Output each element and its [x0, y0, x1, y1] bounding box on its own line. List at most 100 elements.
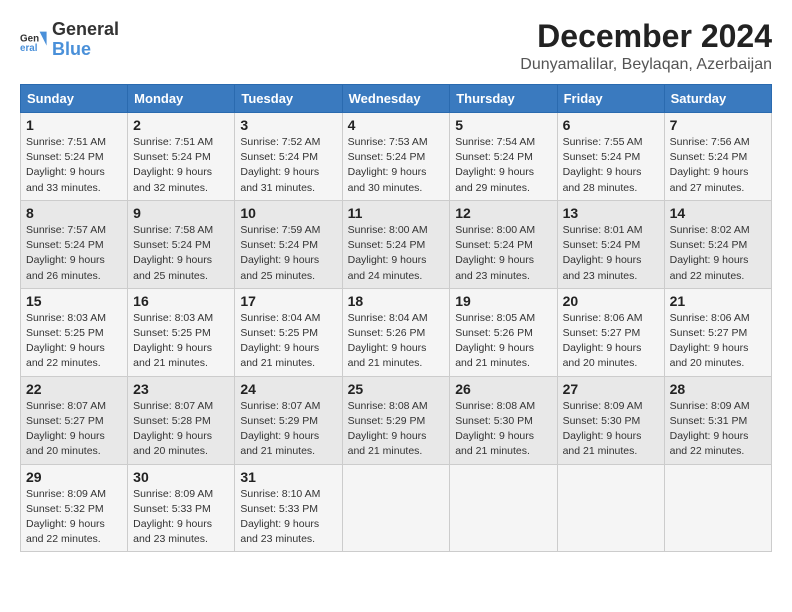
day-number: 23 [133, 381, 229, 397]
day-info: Sunrise: 8:03 AM Sunset: 5:25 PM Dayligh… [26, 311, 122, 372]
calendar-cell: 2 Sunrise: 7:51 AM Sunset: 5:24 PM Dayli… [128, 113, 235, 201]
header-day-monday: Monday [128, 85, 235, 113]
day-info: Sunrise: 8:08 AM Sunset: 5:30 PM Dayligh… [455, 399, 551, 460]
day-number: 19 [455, 293, 551, 309]
calendar-cell: 3 Sunrise: 7:52 AM Sunset: 5:24 PM Dayli… [235, 113, 342, 201]
calendar-cell [342, 464, 450, 552]
header-row: SundayMondayTuesdayWednesdayThursdayFrid… [21, 85, 772, 113]
week-row-1: 1 Sunrise: 7:51 AM Sunset: 5:24 PM Dayli… [21, 113, 772, 201]
day-info: Sunrise: 8:07 AM Sunset: 5:29 PM Dayligh… [240, 399, 336, 460]
page-header: Gen eral GeneralBlue December 2024 Dunya… [20, 20, 772, 74]
day-number: 20 [563, 293, 659, 309]
calendar-cell: 12 Sunrise: 8:00 AM Sunset: 5:24 PM Dayl… [450, 200, 557, 288]
day-number: 4 [348, 117, 445, 133]
calendar-cell: 13 Sunrise: 8:01 AM Sunset: 5:24 PM Dayl… [557, 200, 664, 288]
logo-icon: Gen eral [20, 26, 48, 54]
week-row-3: 15 Sunrise: 8:03 AM Sunset: 5:25 PM Dayl… [21, 288, 772, 376]
calendar-cell [664, 464, 771, 552]
day-info: Sunrise: 7:58 AM Sunset: 5:24 PM Dayligh… [133, 223, 229, 284]
calendar-cell [557, 464, 664, 552]
header-day-sunday: Sunday [21, 85, 128, 113]
day-number: 11 [348, 205, 445, 221]
day-number: 7 [670, 117, 766, 133]
day-number: 2 [133, 117, 229, 133]
day-info: Sunrise: 8:06 AM Sunset: 5:27 PM Dayligh… [563, 311, 659, 372]
calendar-cell: 28 Sunrise: 8:09 AM Sunset: 5:31 PM Dayl… [664, 376, 771, 464]
calendar-header: SundayMondayTuesdayWednesdayThursdayFrid… [21, 85, 772, 113]
calendar-cell: 7 Sunrise: 7:56 AM Sunset: 5:24 PM Dayli… [664, 113, 771, 201]
day-number: 14 [670, 205, 766, 221]
day-info: Sunrise: 8:08 AM Sunset: 5:29 PM Dayligh… [348, 399, 445, 460]
day-number: 17 [240, 293, 336, 309]
day-number: 26 [455, 381, 551, 397]
day-info: Sunrise: 7:57 AM Sunset: 5:24 PM Dayligh… [26, 223, 122, 284]
calendar-cell: 11 Sunrise: 8:00 AM Sunset: 5:24 PM Dayl… [342, 200, 450, 288]
calendar-cell: 29 Sunrise: 8:09 AM Sunset: 5:32 PM Dayl… [21, 464, 128, 552]
day-info: Sunrise: 8:02 AM Sunset: 5:24 PM Dayligh… [670, 223, 766, 284]
calendar-cell: 18 Sunrise: 8:04 AM Sunset: 5:26 PM Dayl… [342, 288, 450, 376]
day-info: Sunrise: 8:00 AM Sunset: 5:24 PM Dayligh… [348, 223, 445, 284]
header-day-saturday: Saturday [664, 85, 771, 113]
calendar-cell: 21 Sunrise: 8:06 AM Sunset: 5:27 PM Dayl… [664, 288, 771, 376]
title-block: December 2024 Dunyamalilar, Beylaqan, Az… [520, 20, 772, 74]
day-info: Sunrise: 7:53 AM Sunset: 5:24 PM Dayligh… [348, 135, 445, 196]
calendar-cell: 19 Sunrise: 8:05 AM Sunset: 5:26 PM Dayl… [450, 288, 557, 376]
day-info: Sunrise: 8:05 AM Sunset: 5:26 PM Dayligh… [455, 311, 551, 372]
day-number: 18 [348, 293, 445, 309]
calendar-cell: 1 Sunrise: 7:51 AM Sunset: 5:24 PM Dayli… [21, 113, 128, 201]
calendar-cell: 26 Sunrise: 8:08 AM Sunset: 5:30 PM Dayl… [450, 376, 557, 464]
day-number: 29 [26, 469, 122, 485]
day-info: Sunrise: 7:51 AM Sunset: 5:24 PM Dayligh… [133, 135, 229, 196]
calendar-cell [450, 464, 557, 552]
calendar-cell: 9 Sunrise: 7:58 AM Sunset: 5:24 PM Dayli… [128, 200, 235, 288]
calendar-cell: 30 Sunrise: 8:09 AM Sunset: 5:33 PM Dayl… [128, 464, 235, 552]
day-info: Sunrise: 8:03 AM Sunset: 5:25 PM Dayligh… [133, 311, 229, 372]
day-info: Sunrise: 7:55 AM Sunset: 5:24 PM Dayligh… [563, 135, 659, 196]
calendar-body: 1 Sunrise: 7:51 AM Sunset: 5:24 PM Dayli… [21, 113, 772, 552]
day-number: 10 [240, 205, 336, 221]
header-day-thursday: Thursday [450, 85, 557, 113]
month-title: December 2024 [520, 20, 772, 52]
calendar-cell: 16 Sunrise: 8:03 AM Sunset: 5:25 PM Dayl… [128, 288, 235, 376]
header-day-friday: Friday [557, 85, 664, 113]
day-number: 27 [563, 381, 659, 397]
calendar-cell: 20 Sunrise: 8:06 AM Sunset: 5:27 PM Dayl… [557, 288, 664, 376]
day-info: Sunrise: 7:52 AM Sunset: 5:24 PM Dayligh… [240, 135, 336, 196]
calendar-cell: 14 Sunrise: 8:02 AM Sunset: 5:24 PM Dayl… [664, 200, 771, 288]
day-info: Sunrise: 8:07 AM Sunset: 5:28 PM Dayligh… [133, 399, 229, 460]
day-number: 5 [455, 117, 551, 133]
calendar-cell: 22 Sunrise: 8:07 AM Sunset: 5:27 PM Dayl… [21, 376, 128, 464]
day-number: 21 [670, 293, 766, 309]
day-info: Sunrise: 8:09 AM Sunset: 5:33 PM Dayligh… [133, 487, 229, 548]
svg-text:eral: eral [20, 43, 38, 54]
day-info: Sunrise: 8:01 AM Sunset: 5:24 PM Dayligh… [563, 223, 659, 284]
week-row-2: 8 Sunrise: 7:57 AM Sunset: 5:24 PM Dayli… [21, 200, 772, 288]
day-info: Sunrise: 8:04 AM Sunset: 5:25 PM Dayligh… [240, 311, 336, 372]
day-info: Sunrise: 8:06 AM Sunset: 5:27 PM Dayligh… [670, 311, 766, 372]
week-row-5: 29 Sunrise: 8:09 AM Sunset: 5:32 PM Dayl… [21, 464, 772, 552]
calendar-cell: 6 Sunrise: 7:55 AM Sunset: 5:24 PM Dayli… [557, 113, 664, 201]
day-number: 12 [455, 205, 551, 221]
day-info: Sunrise: 8:00 AM Sunset: 5:24 PM Dayligh… [455, 223, 551, 284]
calendar-cell: 27 Sunrise: 8:09 AM Sunset: 5:30 PM Dayl… [557, 376, 664, 464]
day-number: 13 [563, 205, 659, 221]
day-info: Sunrise: 7:56 AM Sunset: 5:24 PM Dayligh… [670, 135, 766, 196]
calendar-cell: 25 Sunrise: 8:08 AM Sunset: 5:29 PM Dayl… [342, 376, 450, 464]
day-info: Sunrise: 8:09 AM Sunset: 5:30 PM Dayligh… [563, 399, 659, 460]
day-number: 16 [133, 293, 229, 309]
calendar-cell: 15 Sunrise: 8:03 AM Sunset: 5:25 PM Dayl… [21, 288, 128, 376]
day-number: 8 [26, 205, 122, 221]
day-number: 22 [26, 381, 122, 397]
calendar-table: SundayMondayTuesdayWednesdayThursdayFrid… [20, 84, 772, 552]
header-day-wednesday: Wednesday [342, 85, 450, 113]
day-info: Sunrise: 7:51 AM Sunset: 5:24 PM Dayligh… [26, 135, 122, 196]
location: Dunyamalilar, Beylaqan, Azerbaijan [520, 56, 772, 74]
day-info: Sunrise: 8:09 AM Sunset: 5:32 PM Dayligh… [26, 487, 122, 548]
day-info: Sunrise: 7:54 AM Sunset: 5:24 PM Dayligh… [455, 135, 551, 196]
day-info: Sunrise: 8:10 AM Sunset: 5:33 PM Dayligh… [240, 487, 336, 548]
day-number: 15 [26, 293, 122, 309]
header-day-tuesday: Tuesday [235, 85, 342, 113]
day-number: 31 [240, 469, 336, 485]
day-number: 24 [240, 381, 336, 397]
day-info: Sunrise: 8:09 AM Sunset: 5:31 PM Dayligh… [670, 399, 766, 460]
